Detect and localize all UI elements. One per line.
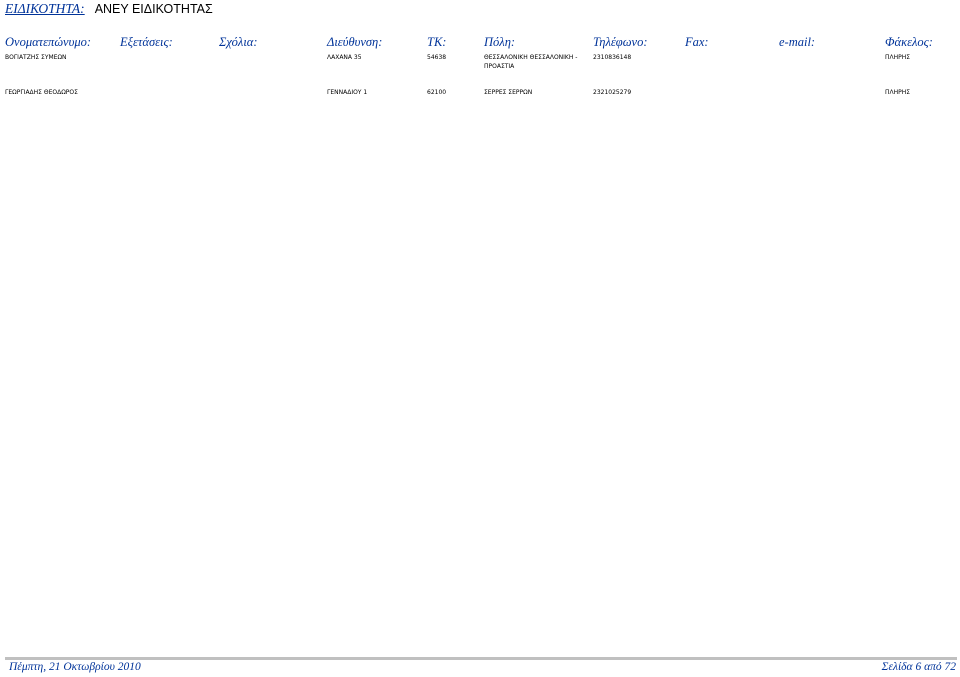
row-2-tk: 62100 xyxy=(427,89,447,96)
column-header-city: Πόλη: xyxy=(484,35,516,49)
row-1-city: ΘΕΣΣΑΛΟΝΙΚΗ ΘΕΣΣΑΛΟΝΙΚΗ - ΠΡΟΑΣΤΙΑ xyxy=(484,54,578,70)
row-1-folder: ΠΛΗΡΗΣ xyxy=(885,54,911,61)
row-1-phone: 2310836148 xyxy=(593,54,632,61)
row-1-tk: 54638 xyxy=(427,54,447,61)
column-header-phone: Τηλέφωνο: xyxy=(593,35,648,49)
row-2-folder: ΠΛΗΡΗΣ xyxy=(885,89,911,96)
specialty-label: ΕΙΔΙΚΟΤΗΤΑ: xyxy=(5,1,85,16)
footer-date: Πέμπτη, 21 Οκτωβρίου 2010 xyxy=(9,661,141,673)
row-2-phone: 2321025279 xyxy=(593,89,632,96)
column-header-email: e-mail: xyxy=(779,35,816,49)
row-2-city: ΣΕΡΡΕΣ ΣΕΡΡΩΝ xyxy=(484,89,533,96)
column-header-name: Ονοματεπώνυμο: xyxy=(5,35,92,49)
row-2-address: ΓΕΝΝΑΔΙΟΥ 1 xyxy=(327,89,368,96)
column-header-folder: Φάκελος: xyxy=(885,35,933,49)
column-header-tk: ΤΚ: xyxy=(427,35,447,49)
column-header-fax: Fax: xyxy=(685,35,709,49)
row-1-address: ΛΑΧΑΝΑ 35 xyxy=(327,54,362,61)
column-header-address: Διεύθυνση: xyxy=(327,35,383,49)
footer-divider xyxy=(5,657,957,660)
row-1-name: ΒΟΓΙΑΤΖΗΣ ΣΥΜΕΩΝ xyxy=(5,54,67,61)
specialty-value: ΑΝΕΥ ΕΙΔΙΚΟΤΗΤΑΣ xyxy=(94,2,213,16)
footer-page-number: Σελίδα 6 από 72 xyxy=(881,661,956,673)
column-header-exams: Εξετάσεις: xyxy=(120,35,173,49)
column-header-comments: Σχόλια: xyxy=(219,35,258,49)
row-2-name: ΓΕΩΡΓΙΑΔΗΣ ΘΕΟΔΩΡΟΣ xyxy=(5,89,78,96)
report-title: ΕΙΔΙΚΟΤΗΤΑ: ΑΝΕΥ ΕΙΔΙΚΟΤΗΤΑΣ xyxy=(5,0,213,18)
